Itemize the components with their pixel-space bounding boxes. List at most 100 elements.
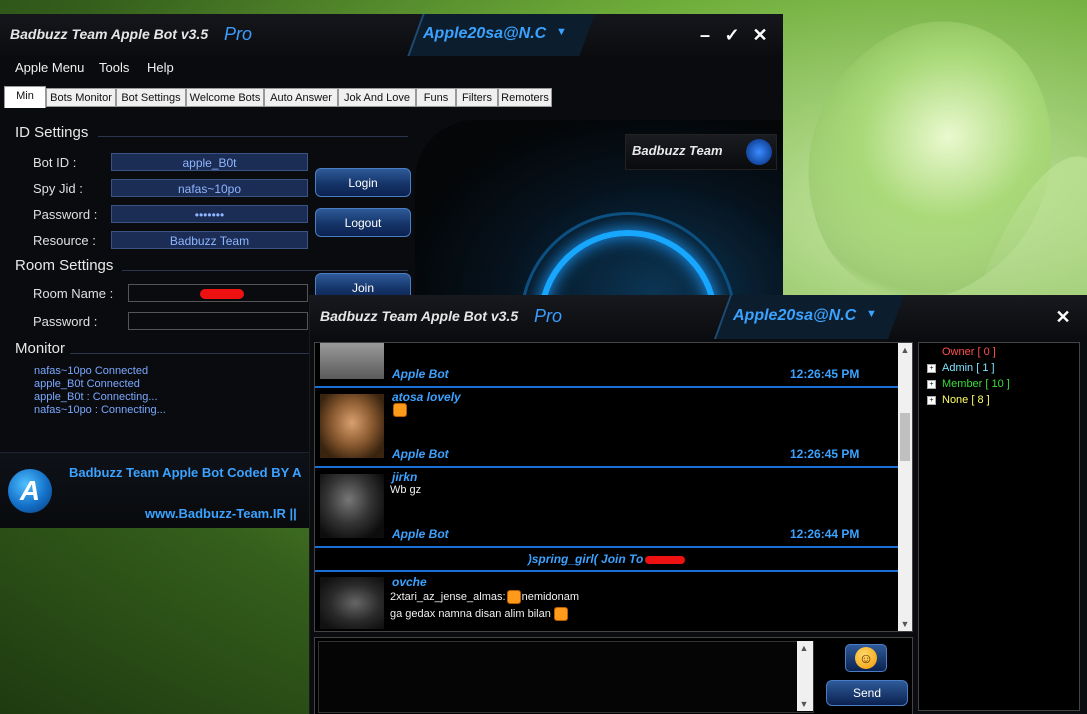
join-notice: )spring_girl( Join To: [315, 548, 898, 572]
brand-name: Badbuzz Team: [632, 143, 723, 158]
tab-bots-monitor[interactable]: Bots Monitor: [46, 88, 116, 107]
avatar: [320, 394, 384, 458]
group-label: Owner [ 0 ]: [942, 346, 996, 358]
message-author: jirkn: [392, 470, 418, 484]
divider: [98, 136, 408, 137]
expand-icon[interactable]: +: [927, 379, 936, 389]
tab-jok-and-love[interactable]: Jok And Love: [338, 88, 416, 107]
chat-window: Badbuzz Team Apple Bot v3.5 Pro Apple20s…: [309, 295, 1087, 714]
scroll-thumb[interactable]: [900, 413, 910, 461]
room-name-field[interactable]: [128, 284, 308, 302]
emoji-icon: [393, 403, 407, 417]
expand-icon[interactable]: +: [927, 363, 936, 373]
bot-id-label: Bot ID :: [33, 155, 77, 170]
chat-scrollbar[interactable]: ▲ ▼: [898, 343, 912, 631]
message-text: Wb gz: [390, 484, 422, 496]
emoji-icon: [506, 590, 521, 604]
avatar: [320, 577, 384, 629]
group-none[interactable]: + None [ 8 ]: [927, 394, 990, 406]
close-icon[interactable]: ✕: [748, 23, 772, 47]
input-scrollbar[interactable]: ▲ ▼: [797, 641, 813, 711]
spy-jid-label: Spy Jid :: [33, 181, 83, 196]
message-text: ga gedax namna disan alim bilan: [390, 607, 568, 621]
footer-website[interactable]: www.Badbuzz-Team.IR ||: [145, 506, 297, 521]
tab-funs[interactable]: Funs: [416, 88, 456, 107]
message-time: 12:26:44 PM: [790, 527, 860, 541]
message-text: 2xtari_az_jense_almas: nemidonam: [390, 590, 579, 604]
tab-welcome-bots[interactable]: Welcome Bots: [186, 88, 264, 107]
compose-area: ▲ ▼ ☺ Send: [314, 637, 913, 714]
message-footer: Apple Bot: [392, 527, 449, 541]
message-footer: Apple Bot: [392, 367, 449, 381]
scroll-down-icon[interactable]: ▼: [797, 697, 811, 711]
group-admin[interactable]: + Admin [ 1 ]: [927, 362, 995, 374]
resource-label: Resource :: [33, 233, 96, 248]
monitor-line: apple_B0t : Connecting...: [34, 391, 158, 403]
chat-message: ovche 2xtari_az_jense_almas: nemidonam ga…: [315, 573, 898, 631]
chat-log[interactable]: Apple Bot 12:26:45 PM atosa lovely Apple…: [314, 342, 913, 632]
divider: [70, 353, 310, 354]
monitor-title: Monitor: [15, 340, 66, 357]
tab-strip: Min Bots Monitor Bot Settings Welcome Bo…: [4, 86, 564, 110]
monitor-line: nafas~10po Connected: [34, 365, 149, 377]
scroll-down-icon[interactable]: ▼: [898, 617, 912, 631]
emoji-button[interactable]: ☺: [845, 644, 887, 672]
tab-bot-settings[interactable]: Bot Settings: [116, 88, 186, 107]
logout-button[interactable]: Logout: [315, 208, 411, 237]
tab-min[interactable]: Min: [4, 86, 46, 108]
chat-message: atosa lovely Apple Bot 12:26:45 PM: [315, 388, 898, 468]
send-button[interactable]: Send: [826, 680, 908, 706]
message-footer: Apple Bot: [392, 447, 449, 461]
monitor-line: apple_B0t Connected: [34, 378, 140, 390]
message-time: 12:26:45 PM: [790, 447, 860, 461]
tab-auto-answer[interactable]: Auto Answer: [264, 88, 338, 107]
login-button[interactable]: Login: [315, 168, 411, 197]
bot-face-icon: [746, 139, 772, 165]
check-icon[interactable]: ✓: [720, 23, 744, 47]
divider: [122, 270, 408, 271]
menu-help[interactable]: Help: [147, 60, 174, 75]
group-member[interactable]: + Member [ 10 ]: [927, 378, 1010, 390]
group-label: Admin [ 1 ]: [942, 362, 995, 374]
account-name[interactable]: Apple20sa@N.C: [733, 307, 856, 325]
room-name-label: Room Name :: [33, 286, 114, 301]
room-settings-title: Room Settings: [15, 257, 114, 274]
window-title: Badbuzz Team Apple Bot v3.5: [10, 26, 209, 42]
scroll-up-icon[interactable]: ▲: [898, 343, 912, 357]
close-icon[interactable]: ✕: [1051, 305, 1075, 329]
pro-label: Pro: [534, 306, 563, 326]
menu-tools[interactable]: Tools: [99, 60, 129, 75]
avatar: [320, 343, 384, 379]
id-settings-title: ID Settings: [15, 124, 89, 141]
redaction-mark: [645, 555, 686, 564]
minimize-icon[interactable]: –: [693, 23, 717, 47]
tab-remoters[interactable]: Remoters: [498, 88, 552, 107]
join-text: )spring_girl( Join To: [527, 552, 644, 566]
scroll-up-icon[interactable]: ▲: [797, 641, 811, 655]
chat-message: jirkn Wb gz Apple Bot 12:26:44 PM: [315, 468, 898, 548]
room-password-field[interactable]: [128, 312, 308, 330]
message-input[interactable]: [318, 641, 814, 713]
message-text-part: nemidonam: [521, 590, 580, 603]
smiley-icon: ☺: [855, 647, 877, 669]
title-bar: Badbuzz Team Apple Bot v3.5 Pro Apple20s…: [310, 295, 1087, 339]
account-name[interactable]: Apple20sa@N.C: [423, 25, 546, 43]
chat-message: Apple Bot 12:26:45 PM: [315, 343, 898, 388]
resource-field[interactable]: Badbuzz Team: [111, 231, 308, 249]
password-field[interactable]: •••••••: [111, 205, 308, 223]
tab-filters[interactable]: Filters: [456, 88, 498, 107]
chevron-down-icon[interactable]: ▼: [866, 308, 877, 320]
redaction-mark: [200, 289, 244, 299]
expand-icon[interactable]: +: [927, 395, 936, 405]
app-logo: A: [8, 469, 52, 513]
spy-jid-field[interactable]: nafas~10po: [111, 179, 308, 197]
room-password-label: Password :: [33, 314, 98, 329]
chevron-down-icon[interactable]: ▼: [556, 26, 567, 38]
menu-bar: Apple Menu Tools Help: [0, 56, 783, 80]
pro-label: Pro: [224, 24, 253, 44]
user-list: Owner [ 0 ] + Admin [ 1 ] + Member [ 10 ] …: [918, 342, 1080, 711]
bot-id-field[interactable]: apple_B0t: [111, 153, 308, 171]
group-owner[interactable]: Owner [ 0 ]: [942, 346, 996, 358]
message-author: atosa lovely: [392, 390, 461, 404]
menu-apple[interactable]: Apple Menu: [15, 60, 84, 75]
